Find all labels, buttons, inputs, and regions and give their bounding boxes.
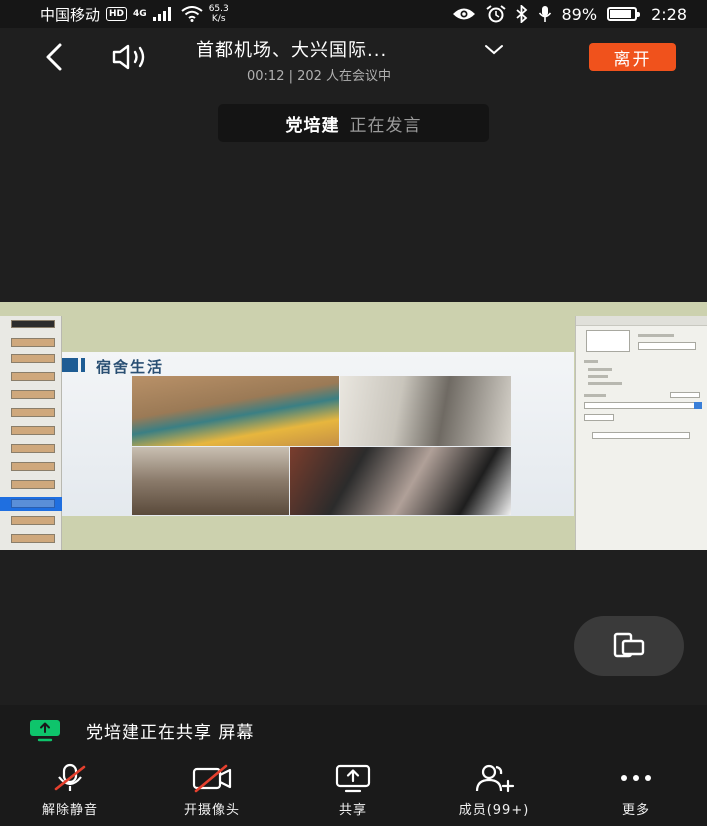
pane-text-line: [584, 360, 598, 363]
sharing-notice-text: 党培建正在共享 屏幕: [86, 722, 255, 743]
slide-thumbnail-selected: [11, 499, 55, 508]
slide-thumbnail: [11, 534, 55, 543]
pane-color-picker: [584, 414, 614, 421]
eye-icon: [452, 8, 475, 20]
unmute-label: 解除静音: [41, 803, 98, 818]
dorm-kitchen-photo: [340, 376, 511, 446]
more-label: 更多: [621, 803, 650, 818]
unmute-button[interactable]: 解除静音: [10, 763, 130, 818]
members-label: 成员(99+): [458, 803, 530, 818]
pane-text-line: [584, 394, 606, 397]
battery-percent: 89%: [561, 4, 598, 24]
camera-label: 开摄像头: [183, 803, 240, 818]
speaker-icon[interactable]: [108, 40, 156, 74]
hd-badge: HD: [106, 7, 128, 21]
pane-header: [576, 316, 707, 326]
speed-value: 65.3: [208, 4, 229, 14]
slide-title-accent: [62, 358, 78, 372]
microphone-muted-icon: [54, 763, 86, 791]
dorm-living-room-photo: [132, 376, 339, 446]
shared-screen-view[interactable]: 宿舍生活: [0, 302, 707, 550]
leave-button[interactable]: 离开: [589, 43, 676, 71]
slide-thumbnail: [11, 354, 55, 363]
share-screen-icon: [30, 720, 60, 742]
meeting-title-dropdown[interactable]: 首都机场、大兴国际... 00:12 | 202 人在会议中: [196, 36, 516, 84]
network-type: 4G: [133, 9, 147, 19]
pane-dropdown-arrow: [694, 402, 702, 409]
presentation-slide: 宿舍生活: [62, 352, 574, 516]
slide-thumbnail: [11, 462, 55, 471]
share-label: 共享: [338, 803, 367, 818]
pane-dropdown: [584, 402, 696, 409]
share-button[interactable]: 共享: [293, 763, 413, 818]
pane-text-line: [588, 382, 622, 385]
slide-thumbnail: [11, 338, 55, 347]
active-speaker-indicator: 党培建 正在发言: [218, 104, 489, 142]
speed-unit: K/s: [211, 14, 226, 24]
slide-thumbnail-panel: [0, 316, 62, 550]
screen-switch-icon: [613, 632, 645, 658]
network-speed: 65.3 K/s: [209, 4, 229, 24]
meeting-title: 首都机场、大兴国际...: [196, 40, 388, 61]
group-dinner-photo: [290, 447, 511, 515]
slide-thumbnail: [11, 426, 55, 435]
back-arrow-icon[interactable]: [38, 40, 70, 74]
members-icon: [475, 764, 515, 793]
pane-apply-button: [592, 432, 690, 439]
slide-thumbnail: [11, 372, 55, 381]
meeting-header: 首都机场、大兴国际... 00:12 | 202 人在会议中 离开: [0, 28, 707, 88]
battery-icon: [607, 7, 641, 21]
slide-title: 宿舍生活: [96, 358, 165, 376]
pane-text-line: [588, 375, 608, 378]
screen-sharing-notice: 党培建正在共享 屏幕: [0, 705, 707, 755]
alarm-icon: [485, 5, 506, 23]
more-button[interactable]: 更多: [576, 763, 696, 818]
speaking-status: 正在发言: [349, 115, 422, 136]
more-icon: [621, 775, 651, 781]
slide-thumbnail: [11, 480, 55, 489]
camera-button[interactable]: 开摄像头: [152, 763, 272, 818]
carrier-name: 中国移动: [40, 5, 101, 24]
slide-thumbnail: [11, 320, 55, 328]
camera-off-icon: [192, 764, 232, 793]
slide-thumbnail: [11, 444, 55, 453]
microphone-icon: [538, 6, 551, 22]
chevron-down-icon: [485, 45, 503, 55]
pane-button: [638, 342, 696, 350]
status-bar: 中国移动 HD 4G 65.3 K/s 89% 2:28: [0, 0, 707, 28]
signal-icon: [152, 7, 171, 21]
dorm-lounge-photo: [132, 447, 289, 515]
pane-input: [670, 392, 700, 398]
bluetooth-icon: [515, 5, 527, 23]
pane-text-line: [638, 334, 674, 337]
pane-text-line: [588, 368, 612, 371]
slide-title-accent: [81, 358, 85, 372]
switch-view-button[interactable]: [574, 616, 684, 676]
slide-thumbnail: [11, 390, 55, 399]
slide-thumbnail: [11, 516, 55, 525]
wifi-icon: [181, 6, 203, 22]
clock-time: 2:28: [651, 4, 687, 24]
layout-preview: [586, 330, 630, 352]
meeting-duration-participants: 00:12 | 202 人在会议中: [247, 69, 392, 84]
slide-thumbnail: [11, 408, 55, 417]
bottom-toolbar: 解除静音 开摄像头 共享 成员(99+) 更多: [0, 755, 707, 826]
active-speaker-name: 党培建: [285, 115, 340, 136]
members-button[interactable]: 成员(99+): [434, 763, 554, 818]
format-background-pane: [575, 316, 707, 550]
share-icon: [335, 764, 371, 793]
